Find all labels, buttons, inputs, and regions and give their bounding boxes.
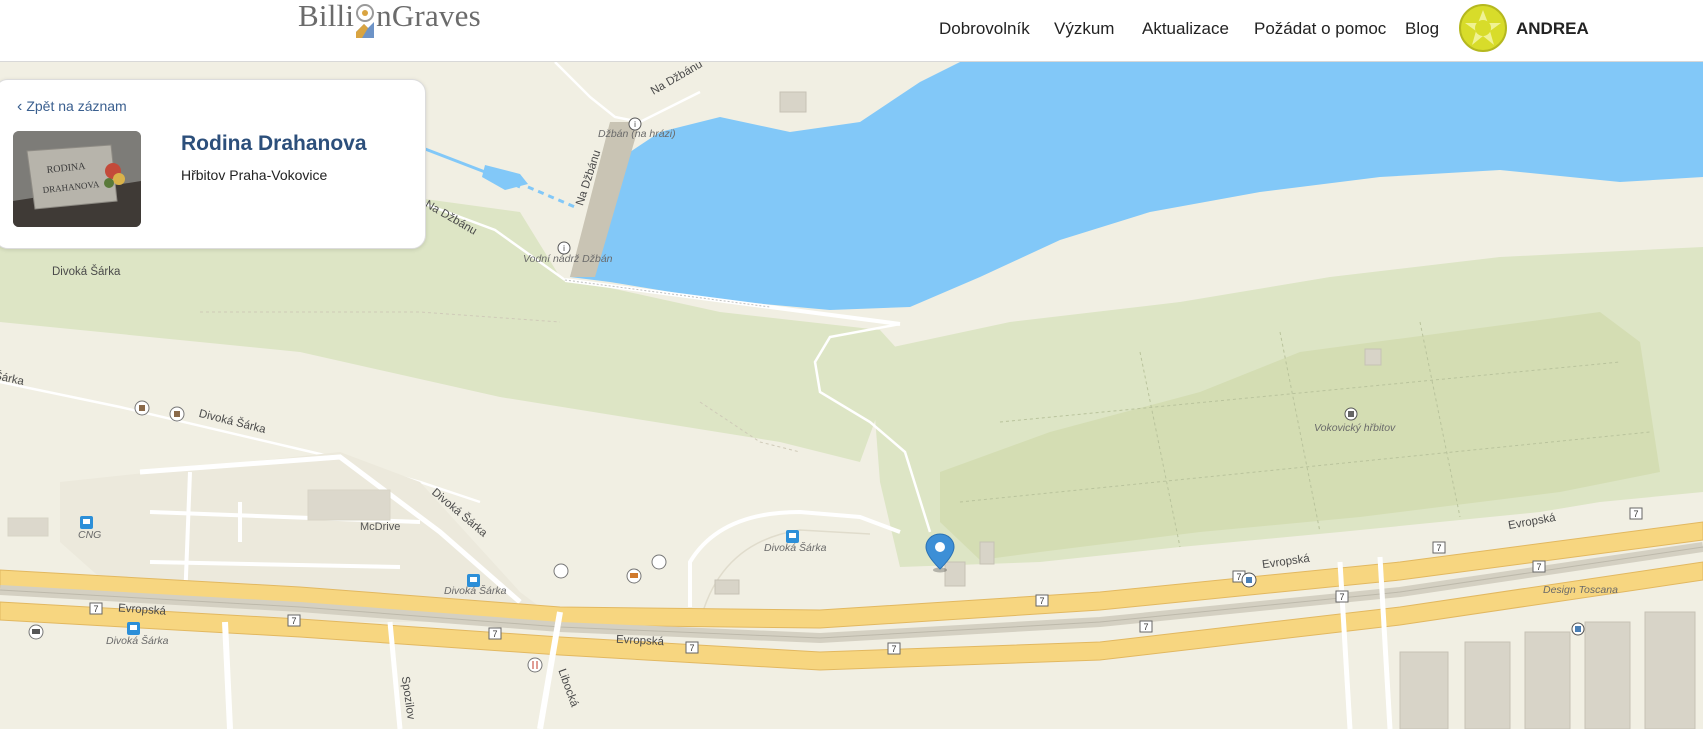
grave-location-pin[interactable] <box>925 533 955 573</box>
restaurant-icon <box>527 657 543 673</box>
logo-text-part1: Billi <box>298 0 355 33</box>
route-7-marker-9: 7 <box>1335 590 1349 603</box>
route-7-marker-6: 7 <box>1035 594 1049 607</box>
route-7-marker-2: 7 <box>287 614 301 627</box>
svg-text:7: 7 <box>1236 572 1241 582</box>
cemetery-icon <box>1344 407 1358 421</box>
cafe-icon <box>651 554 667 570</box>
route-7-marker-10: 7 <box>1432 541 1446 554</box>
route-7-marker-3: 7 <box>488 627 502 640</box>
nav-aktualizace[interactable]: Aktualizace <box>1142 19 1229 39</box>
svg-text:7: 7 <box>93 604 98 614</box>
svg-text:7: 7 <box>689 643 694 653</box>
bus-stop-icon-1 <box>80 516 93 529</box>
map-label-design-toscana: Design Toscana <box>1543 584 1618 596</box>
user-avatar[interactable] <box>1459 4 1507 52</box>
grave-info-card: ‹ Zpět na záznam RODINA DRAHANOVA Rodina … <box>0 79 426 249</box>
fastfood-icon <box>626 568 642 584</box>
map-label-vokovicky-hrbitov: Vokovický hřbitov <box>1314 422 1396 434</box>
waste-icon-1 <box>134 400 150 416</box>
map-label-vodni-nadrz: Vodní nádrž Džbán <box>523 253 613 265</box>
user-name[interactable]: ANDREA <box>1516 19 1589 39</box>
svg-text:7: 7 <box>492 629 497 639</box>
logo-text-part2: nGraves <box>376 0 481 33</box>
route-7-marker-1: 7 <box>89 602 103 615</box>
route-7-marker-4: 7 <box>685 641 699 654</box>
nav-dobrovolnik[interactable]: Dobrovolník <box>939 19 1030 39</box>
nav-vyzkum[interactable]: Výzkum <box>1054 19 1114 39</box>
map-pin-icon <box>925 533 955 573</box>
map-label-dzban-na-hrazi: Džbán (na hrázi) <box>598 128 676 140</box>
svg-text:i: i <box>563 244 565 253</box>
svg-text:7: 7 <box>1633 509 1638 519</box>
grave-title[interactable]: Rodina Drahanova <box>181 132 367 156</box>
route-7-marker-11: 7 <box>1532 560 1546 573</box>
svg-text:7: 7 <box>1039 596 1044 606</box>
site-header: Billi nGraves Dobrovolník Výzkum Aktualiz… <box>0 0 1703 62</box>
map-label-mcdrive: McDrive <box>360 521 401 533</box>
route-7-marker-7: 7 <box>1139 620 1153 633</box>
bus-stop-icon-3 <box>127 622 140 635</box>
svg-text:7: 7 <box>1436 543 1441 553</box>
svg-text:7: 7 <box>1536 562 1541 572</box>
nav-pozadat-o-pomoc[interactable]: Požádat o pomoc <box>1254 19 1386 39</box>
route-7-marker-12: 7 <box>1629 507 1643 520</box>
chevron-left-icon: ‹ <box>17 98 23 115</box>
svg-text:7: 7 <box>1339 592 1344 602</box>
billiongraves-logo[interactable]: Billi nGraves <box>298 0 481 44</box>
map-label-divoka-sarka-stop3: Divoká Šárka <box>106 635 169 647</box>
map-label-evropska-2: Evropská <box>615 633 665 649</box>
svg-text:7: 7 <box>1143 622 1148 632</box>
grave-photo-image: RODINA DRAHANOVA <box>13 131 141 227</box>
recycling-icon <box>553 563 569 579</box>
route-7-marker-5: 7 <box>887 642 901 655</box>
map-label-divoka-sarka-stop2: Divoká Šárka <box>444 585 507 597</box>
map-label-divoka-sarka-stop1: Divoká Šárka <box>764 542 827 554</box>
nav-blog[interactable]: Blog <box>1405 19 1439 39</box>
avatar-badge-icon <box>1465 10 1501 45</box>
back-to-record-link[interactable]: ‹ Zpět na záznam <box>17 98 127 116</box>
svg-text:7: 7 <box>291 616 296 626</box>
map-label-divoka-sarka-1: Divoká Šárka <box>52 266 121 278</box>
shop-icon <box>1241 572 1257 588</box>
waste-icon-2 <box>169 406 185 422</box>
logo-globe-icon <box>354 0 376 50</box>
svg-text:7: 7 <box>891 644 896 654</box>
shop-icon-toscana <box>1571 622 1585 636</box>
back-link-label: Zpět na záznam <box>26 98 127 114</box>
mail-icon <box>28 624 44 640</box>
cemetery-name: Hřbitov Praha-Vokovice <box>181 167 328 183</box>
grave-photo[interactable]: RODINA DRAHANOVA <box>13 131 141 227</box>
map-label-cng: CNG <box>78 529 102 541</box>
